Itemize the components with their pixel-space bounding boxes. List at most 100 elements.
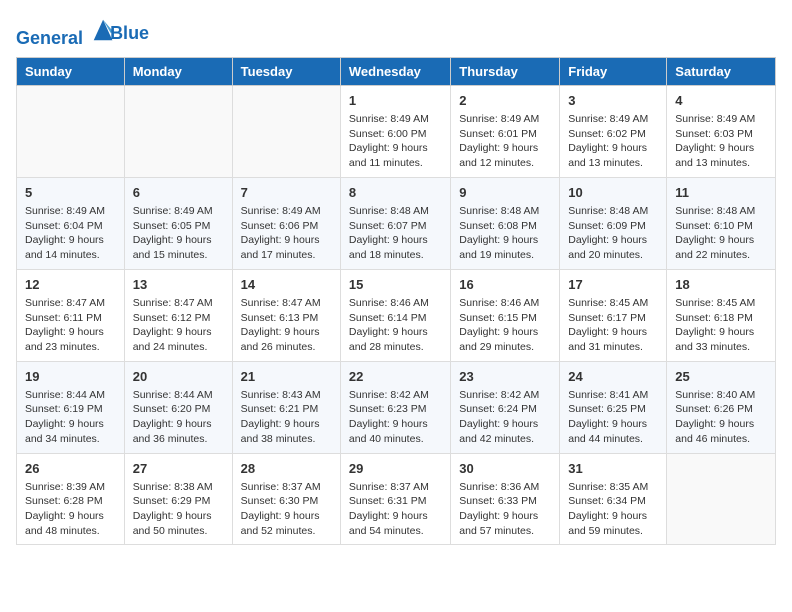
day-content-line: Sunset: 6:09 PM	[568, 219, 658, 234]
calendar-day-24: 24Sunrise: 8:41 AMSunset: 6:25 PMDayligh…	[560, 361, 667, 453]
day-header-tuesday: Tuesday	[232, 57, 340, 85]
day-number: 11	[675, 184, 767, 202]
calendar-day-29: 29Sunrise: 8:37 AMSunset: 6:31 PMDayligh…	[340, 453, 450, 545]
calendar-day-30: 30Sunrise: 8:36 AMSunset: 6:33 PMDayligh…	[451, 453, 560, 545]
day-number: 2	[459, 92, 551, 110]
calendar-day-17: 17Sunrise: 8:45 AMSunset: 6:17 PMDayligh…	[560, 269, 667, 361]
calendar-day-3: 3Sunrise: 8:49 AMSunset: 6:02 PMDaylight…	[560, 85, 667, 177]
day-content-line: Daylight: 9 hours and 12 minutes.	[459, 141, 551, 170]
day-number: 17	[568, 276, 658, 294]
day-content-line: Sunset: 6:17 PM	[568, 311, 658, 326]
day-content-line: Sunset: 6:05 PM	[133, 219, 224, 234]
calendar-day-7: 7Sunrise: 8:49 AMSunset: 6:06 PMDaylight…	[232, 177, 340, 269]
day-number: 4	[675, 92, 767, 110]
day-content-line: Daylight: 9 hours and 36 minutes.	[133, 417, 224, 446]
day-number: 3	[568, 92, 658, 110]
day-header-saturday: Saturday	[667, 57, 776, 85]
day-content-line: Sunrise: 8:35 AM	[568, 480, 658, 495]
calendar-empty-cell	[232, 85, 340, 177]
day-content-line: Sunrise: 8:45 AM	[675, 296, 767, 311]
day-content-line: Sunset: 6:03 PM	[675, 127, 767, 142]
day-content-line: Daylight: 9 hours and 59 minutes.	[568, 509, 658, 538]
calendar-day-10: 10Sunrise: 8:48 AMSunset: 6:09 PMDayligh…	[560, 177, 667, 269]
calendar-day-25: 25Sunrise: 8:40 AMSunset: 6:26 PMDayligh…	[667, 361, 776, 453]
calendar-day-11: 11Sunrise: 8:48 AMSunset: 6:10 PMDayligh…	[667, 177, 776, 269]
day-number: 26	[25, 460, 116, 478]
day-content-line: Sunset: 6:29 PM	[133, 494, 224, 509]
day-content-line: Sunrise: 8:38 AM	[133, 480, 224, 495]
day-content-line: Daylight: 9 hours and 13 minutes.	[675, 141, 767, 170]
day-content-line: Daylight: 9 hours and 17 minutes.	[241, 233, 332, 262]
day-number: 27	[133, 460, 224, 478]
day-content-line: Sunset: 6:12 PM	[133, 311, 224, 326]
day-content-line: Sunrise: 8:49 AM	[568, 112, 658, 127]
calendar-header-row: SundayMondayTuesdayWednesdayThursdayFrid…	[17, 57, 776, 85]
day-content-line: Sunset: 6:24 PM	[459, 402, 551, 417]
day-content-line: Sunrise: 8:49 AM	[25, 204, 116, 219]
day-content-line: Daylight: 9 hours and 29 minutes.	[459, 325, 551, 354]
day-number: 21	[241, 368, 332, 386]
day-number: 10	[568, 184, 658, 202]
calendar-day-15: 15Sunrise: 8:46 AMSunset: 6:14 PMDayligh…	[340, 269, 450, 361]
day-content-line: Daylight: 9 hours and 34 minutes.	[25, 417, 116, 446]
calendar-empty-cell	[667, 453, 776, 545]
calendar-day-16: 16Sunrise: 8:46 AMSunset: 6:15 PMDayligh…	[451, 269, 560, 361]
day-content-line: Daylight: 9 hours and 14 minutes.	[25, 233, 116, 262]
calendar-day-5: 5Sunrise: 8:49 AMSunset: 6:04 PMDaylight…	[17, 177, 125, 269]
day-content-line: Sunrise: 8:41 AM	[568, 388, 658, 403]
day-content-line: Daylight: 9 hours and 50 minutes.	[133, 509, 224, 538]
day-content-line: Daylight: 9 hours and 19 minutes.	[459, 233, 551, 262]
day-content-line: Sunrise: 8:49 AM	[675, 112, 767, 127]
calendar-week-row: 26 Sunrise: 8:39 AMSunset: 6:28 PM Dayligh…	[17, 453, 776, 545]
day-number: 19	[25, 368, 116, 386]
day-number: 15	[349, 276, 442, 294]
day-content-line: Sunrise: 8:47 AM	[133, 296, 224, 311]
day-content-line: Daylight: 9 hours and 52 minutes.	[241, 509, 332, 538]
day-content-line: Sunrise: 8:40 AM	[675, 388, 767, 403]
day-number: 20	[133, 368, 224, 386]
day-number: 14	[241, 276, 332, 294]
day-number: 25	[675, 368, 767, 386]
day-content-line: Daylight: 9 hours and 24 minutes.	[133, 325, 224, 354]
day-content-line: Daylight: 9 hours and 40 minutes.	[349, 417, 442, 446]
day-content-line: Sunrise: 8:39 AM	[25, 480, 116, 495]
day-content-line: Sunset: 6:34 PM	[568, 494, 658, 509]
day-number: 6	[133, 184, 224, 202]
day-content-line: Sunrise: 8:42 AM	[459, 388, 551, 403]
day-content-line: Sunset: 6:11 PM	[25, 311, 116, 326]
day-content-line: Daylight: 9 hours and 42 minutes.	[459, 417, 551, 446]
day-content-line: Sunset: 6:07 PM	[349, 219, 442, 234]
calendar-day-23: 23Sunrise: 8:42 AMSunset: 6:24 PMDayligh…	[451, 361, 560, 453]
day-content-line: Sunrise: 8:37 AM	[241, 480, 332, 495]
day-number: 12	[25, 276, 116, 294]
day-content-line: Daylight: 9 hours and 23 minutes.	[25, 325, 116, 354]
day-content-line: Daylight: 9 hours and 57 minutes.	[459, 509, 551, 538]
day-content-line: Sunrise: 8:47 AM	[25, 296, 116, 311]
day-content-line: Daylight: 9 hours and 33 minutes.	[675, 325, 767, 354]
day-content-line: Sunset: 6:08 PM	[459, 219, 551, 234]
calendar-day-2: 2Sunrise: 8:49 AMSunset: 6:01 PMDaylight…	[451, 85, 560, 177]
day-content-line: Daylight: 9 hours and 20 minutes.	[568, 233, 658, 262]
calendar-day-1: 1Sunrise: 8:49 AMSunset: 6:00 PMDaylight…	[340, 85, 450, 177]
day-number: 28	[241, 460, 332, 478]
day-content-line: Sunrise: 8:36 AM	[459, 480, 551, 495]
day-content-line: Daylight: 9 hours and 31 minutes.	[568, 325, 658, 354]
day-number: 9	[459, 184, 551, 202]
calendar-week-row: 19Sunrise: 8:44 AMSunset: 6:19 PMDayligh…	[17, 361, 776, 453]
day-content-line: Sunset: 6:28 PM	[25, 494, 116, 509]
calendar-day-12: 12 Sunrise: 8:47 AMSunset: 6:11 PMDayligh…	[17, 269, 125, 361]
day-content-line: Daylight: 9 hours and 22 minutes.	[675, 233, 767, 262]
day-header-sunday: Sunday	[17, 57, 125, 85]
day-content-line: Sunset: 6:00 PM	[349, 127, 442, 142]
day-content-line: Sunset: 6:02 PM	[568, 127, 658, 142]
day-number: 18	[675, 276, 767, 294]
day-content-line: Sunrise: 8:37 AM	[349, 480, 442, 495]
day-content-line: Sunrise: 8:47 AM	[241, 296, 332, 311]
calendar-empty-cell	[124, 85, 232, 177]
day-content-line: Daylight: 9 hours and 26 minutes.	[241, 325, 332, 354]
calendar-day-27: 27 Sunrise: 8:38 AMSunset: 6:29 PMDayligh…	[124, 453, 232, 545]
day-content-line: Sunrise: 8:43 AM	[241, 388, 332, 403]
calendar-day-18: 18Sunrise: 8:45 AMSunset: 6:18 PMDayligh…	[667, 269, 776, 361]
day-content-line: Sunrise: 8:49 AM	[133, 204, 224, 219]
day-content-line: Sunset: 6:15 PM	[459, 311, 551, 326]
